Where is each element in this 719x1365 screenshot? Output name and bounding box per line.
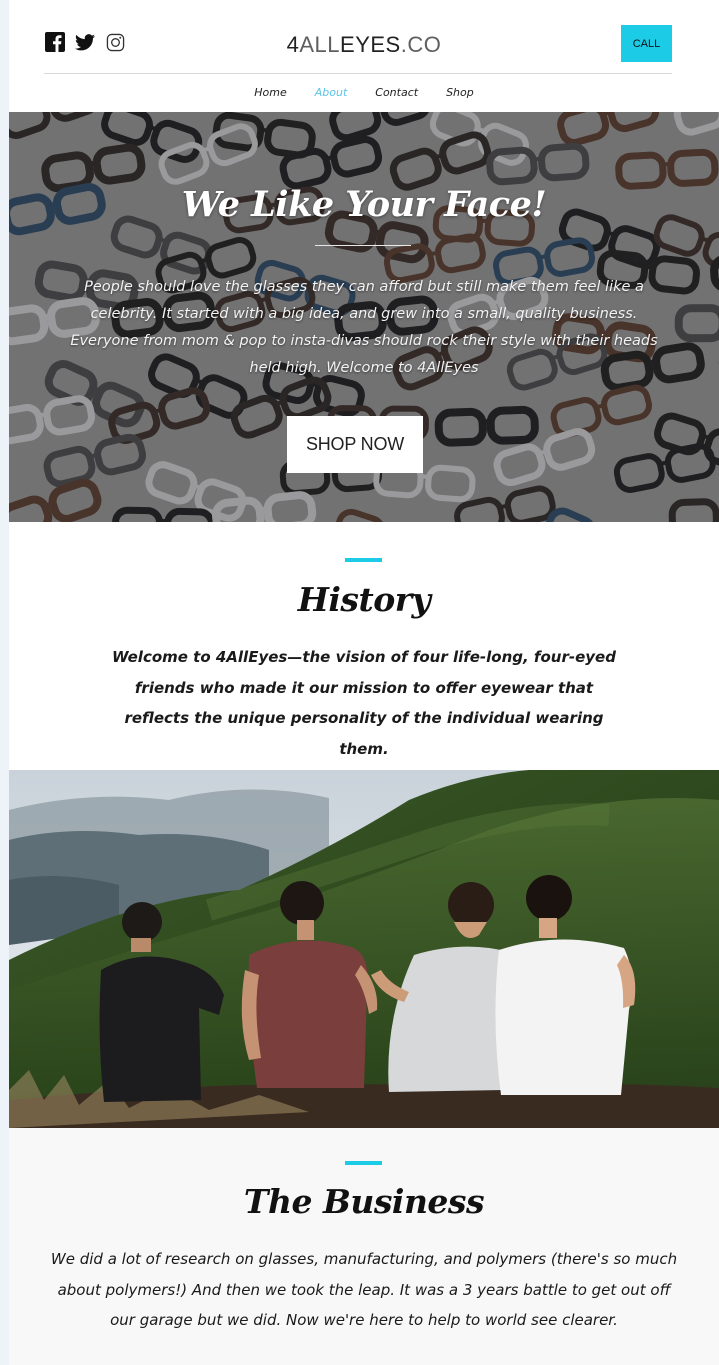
business-text: We did a lot of research on glasses, man… bbox=[50, 1250, 678, 1329]
brand-main: EYES bbox=[340, 32, 401, 57]
nav-item-home[interactable]: Home bbox=[254, 86, 286, 99]
page: 4ALLEYES.CO CALL Home About Contact Shop… bbox=[9, 0, 719, 1365]
brand-prefix: 4 bbox=[286, 32, 300, 57]
nav-item-shop[interactable]: Shop bbox=[446, 86, 474, 99]
main-nav: Home About Contact Shop bbox=[9, 86, 719, 99]
friends-on-hill-image bbox=[9, 770, 719, 1128]
friends-photo bbox=[9, 770, 719, 1128]
history-title: History bbox=[297, 580, 431, 619]
business-title: The Business bbox=[243, 1182, 485, 1221]
shop-now-button[interactable]: SHOP NOW bbox=[287, 416, 423, 473]
brand-middle: ALL bbox=[299, 32, 341, 57]
hero-text: People should love the glasses they can … bbox=[70, 279, 658, 376]
hero-title: We Like Your Face! bbox=[181, 184, 547, 225]
call-button[interactable]: CALL bbox=[621, 25, 672, 62]
header-divider bbox=[44, 73, 672, 74]
site-header: 4ALLEYES.CO CALL Home About Contact Shop bbox=[9, 0, 719, 112]
history-text: Welcome to 4AllEyes—the vision of four l… bbox=[112, 648, 616, 758]
hero-section: We Like Your Face! People should love th… bbox=[9, 112, 719, 522]
history-accent-bar bbox=[345, 558, 382, 562]
history-section: History Welcome to 4AllEyes—the vision o… bbox=[9, 522, 719, 770]
brand-logo[interactable]: 4ALLEYES.CO bbox=[9, 32, 719, 58]
business-section: The Business We did a lot of research on… bbox=[9, 1128, 719, 1365]
hero-divider bbox=[315, 245, 411, 246]
business-accent-bar bbox=[345, 1161, 382, 1165]
nav-item-contact[interactable]: Contact bbox=[375, 86, 418, 99]
nav-item-about[interactable]: About bbox=[315, 86, 348, 99]
brand-suffix: .CO bbox=[400, 32, 442, 57]
